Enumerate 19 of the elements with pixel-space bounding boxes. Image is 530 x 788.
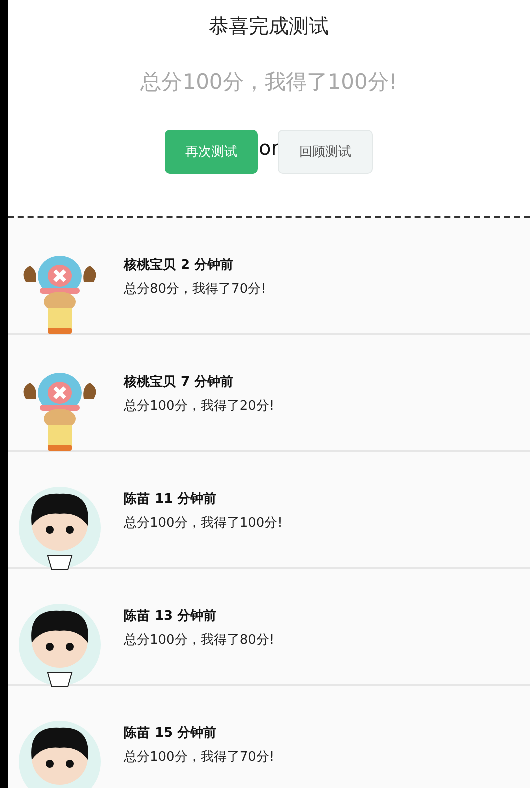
- review-button[interactable]: 回顾测试: [278, 130, 373, 174]
- user-name: 陈苗: [124, 491, 150, 508]
- user-name: 陈苗: [124, 725, 150, 742]
- user-name: 陈苗: [124, 608, 150, 625]
- post-time: 11 分钟前: [155, 491, 217, 508]
- page-title: 恭喜完成测试: [209, 13, 329, 40]
- user-name: 核桃宝贝: [124, 256, 176, 274]
- total-score: 总分100分，我得了100分!: [140, 69, 398, 96]
- record-score: 总分100分，我得了70分!: [124, 749, 275, 766]
- record-score: 总分100分，我得了20分!: [124, 398, 275, 415]
- post-time: 2 分钟前: [181, 257, 234, 274]
- user-name: 核桃宝贝: [124, 374, 176, 391]
- record-score: 总分80分，我得了70分!: [124, 281, 266, 298]
- post-time: 7 分钟前: [181, 374, 234, 391]
- post-time: 15 分钟前: [155, 725, 217, 742]
- post-time: 13 分钟前: [155, 608, 217, 625]
- record-score: 总分100分，我得了80分!: [124, 632, 275, 649]
- record-score: 总分100分，我得了100分!: [124, 515, 283, 532]
- or-text: or: [259, 136, 279, 160]
